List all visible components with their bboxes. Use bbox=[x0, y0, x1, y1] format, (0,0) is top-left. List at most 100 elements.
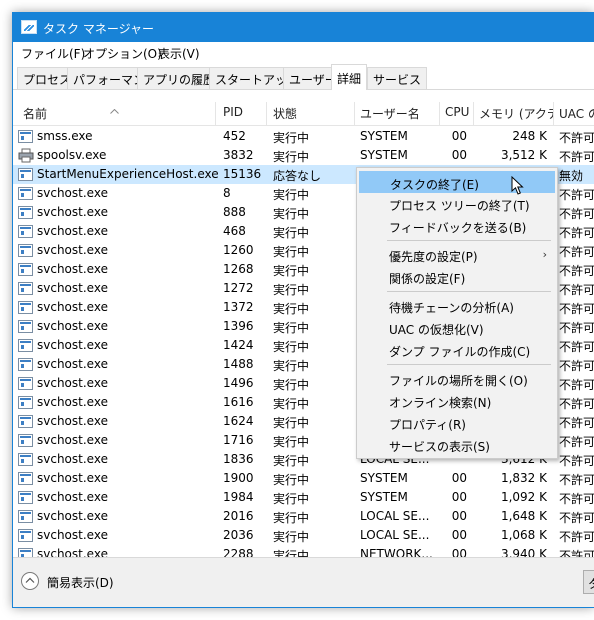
column-name[interactable]: 名前 bbox=[23, 105, 47, 125]
process-pid: 1616 bbox=[223, 395, 254, 409]
process-user-name: NETWORK... bbox=[360, 547, 433, 557]
process-row[interactable]: svchost.exe 2016 実行中 LOCAL SE... 00 1,648 K 不許… bbox=[13, 507, 594, 526]
process-pid: 2288 bbox=[223, 547, 254, 557]
context-menu-item[interactable]: プロパティ(R) bbox=[359, 412, 555, 434]
process-row[interactable]: svchost.exe 1984 実行中 SYSTEM 00 1,092 K 不許可 bbox=[13, 488, 594, 507]
context-menu-item[interactable]: ファイルの場所を開く(O) bbox=[359, 368, 555, 390]
process-icon bbox=[18, 377, 33, 390]
context-menu-item-label: フィードバックを送る(B) bbox=[389, 221, 527, 235]
context-menu-item[interactable]: オンライン検索(N) bbox=[359, 390, 555, 412]
menu-view[interactable]: 表示(V) bbox=[158, 45, 200, 62]
context-menu-item[interactable]: タスクの終了(E) bbox=[359, 171, 555, 193]
process-cpu: 00 bbox=[451, 490, 467, 504]
context-menu-item[interactable]: 関係の設定(F) bbox=[359, 266, 555, 288]
context-menu-item[interactable]: プロセス ツリーの終了(T) bbox=[359, 193, 555, 215]
process-row[interactable]: spoolsv.exe 3832 実行中 SYSTEM 00 3,512 K 不許可 bbox=[13, 146, 594, 165]
window-title: タスク マネージャー bbox=[43, 22, 154, 36]
menu-separator bbox=[387, 364, 551, 365]
process-status: 実行中 bbox=[273, 416, 310, 430]
context-menu-item-label: サービスの表示(S) bbox=[389, 440, 490, 454]
process-uac-virtualization: 不許可 bbox=[559, 321, 594, 335]
column-divider[interactable] bbox=[473, 102, 474, 126]
task-manager-app-icon bbox=[21, 20, 37, 34]
process-status: 実行中 bbox=[273, 492, 310, 506]
process-user-name: SYSTEM bbox=[360, 129, 408, 143]
process-name: svchost.exe bbox=[37, 243, 108, 257]
process-user-name: LOCAL SE... bbox=[360, 509, 430, 523]
context-menu-item[interactable]: フィードバックを送る(B) bbox=[359, 215, 555, 237]
process-name: svchost.exe bbox=[37, 300, 108, 314]
process-uac-virtualization: 不許可 bbox=[559, 435, 594, 449]
column-divider[interactable] bbox=[439, 102, 440, 126]
process-pid: 1268 bbox=[223, 262, 254, 276]
column-divider[interactable] bbox=[215, 102, 216, 126]
process-pid: 2016 bbox=[223, 509, 254, 523]
process-name: svchost.exe bbox=[37, 528, 108, 542]
process-status: 実行中 bbox=[273, 226, 310, 240]
process-uac-virtualization: 不許可 bbox=[559, 131, 594, 145]
process-name: svchost.exe bbox=[37, 186, 108, 200]
process-name: svchost.exe bbox=[37, 319, 108, 333]
process-user-name: LOCAL SE... bbox=[360, 528, 430, 542]
fewer-details-label[interactable]: 簡易表示(D) bbox=[47, 574, 114, 591]
tab-details[interactable]: 詳細 bbox=[331, 64, 368, 91]
column-cpu[interactable]: CPU bbox=[445, 105, 469, 125]
process-icon bbox=[18, 225, 33, 238]
column-divider[interactable] bbox=[553, 102, 554, 126]
context-menu-item[interactable]: サービスの表示(S) bbox=[359, 434, 555, 456]
context-menu-item-label: ダンプ ファイルの作成(C) bbox=[389, 345, 531, 359]
column-divider[interactable] bbox=[266, 102, 267, 126]
process-pid: 468 bbox=[223, 224, 246, 238]
context-menu: タスクの終了(E) プロセス ツリーの終了(T) フィードバックを送る(B) 優先度の… bbox=[356, 167, 558, 459]
menu-options[interactable]: オプション(O) bbox=[83, 45, 162, 62]
process-pid: 452 bbox=[223, 129, 246, 143]
process-row[interactable]: smss.exe 452 実行中 SYSTEM 00 248 K 不許可 bbox=[13, 127, 594, 146]
process-name: svchost.exe bbox=[37, 338, 108, 352]
process-icon bbox=[18, 168, 33, 181]
process-row[interactable]: svchost.exe 2036 実行中 LOCAL SE... 00 1,068 K 不許… bbox=[13, 526, 594, 545]
context-menu-item[interactable]: 待機チェーンの分析(A) bbox=[359, 295, 555, 317]
context-menu-item[interactable]: 優先度の設定(P) › bbox=[359, 244, 555, 266]
process-row[interactable]: svchost.exe 2288 実行中 NETWORK... 00 3,940 K 不許可 bbox=[13, 545, 594, 557]
process-uac-virtualization: 不許可 bbox=[559, 150, 594, 164]
process-uac-virtualization: 不許可 bbox=[559, 454, 594, 468]
context-menu-item[interactable]: ダンプ ファイルの作成(C) bbox=[359, 339, 555, 361]
process-user-name: SYSTEM bbox=[360, 471, 408, 485]
chevron-up-icon bbox=[25, 577, 35, 583]
process-cpu: 00 bbox=[451, 528, 467, 542]
menu-file[interactable]: ファイル(F) bbox=[21, 45, 85, 62]
process-pid: 1372 bbox=[223, 300, 254, 314]
process-status: 実行中 bbox=[273, 530, 310, 544]
process-name: svchost.exe bbox=[37, 490, 108, 504]
process-name: svchost.exe bbox=[37, 376, 108, 390]
process-row[interactable]: svchost.exe 1900 実行中 SYSTEM 00 1,832 K 不許可 bbox=[13, 469, 594, 488]
fewer-details-button[interactable] bbox=[21, 572, 39, 590]
title-bar[interactable]: タスク マネージャー bbox=[13, 13, 594, 42]
process-icon bbox=[18, 130, 33, 143]
tab-bar: プロセス パフォーマンス アプリの履歴 スタートアップ ユーザー 詳細 サービス bbox=[13, 64, 594, 91]
menu-bar: ファイル(F) オプション(O) 表示(V) bbox=[13, 42, 594, 64]
process-status: 実行中 bbox=[273, 340, 310, 354]
process-icon bbox=[18, 415, 33, 428]
tab-services[interactable]: サービス bbox=[367, 67, 428, 89]
column-user-name[interactable]: ユーザー名 bbox=[360, 105, 420, 125]
process-icon bbox=[18, 320, 33, 333]
context-menu-item-label: ファイルの場所を開く(O) bbox=[389, 374, 528, 388]
process-memory: 1,832 K bbox=[500, 471, 547, 485]
column-memory[interactable]: メモリ (アクテ... bbox=[479, 105, 553, 125]
process-icon bbox=[18, 491, 33, 504]
end-task-button[interactable]: タ bbox=[583, 570, 594, 594]
process-icon bbox=[18, 187, 33, 200]
column-pid[interactable]: PID bbox=[223, 105, 243, 125]
process-icon bbox=[18, 263, 33, 276]
process-cpu: 00 bbox=[451, 129, 467, 143]
context-menu-item-label: 待機チェーンの分析(A) bbox=[389, 301, 514, 315]
context-menu-item[interactable]: UAC の仮想化(V) bbox=[359, 317, 555, 339]
column-status[interactable]: 状態 bbox=[273, 105, 297, 125]
process-status: 実行中 bbox=[273, 264, 310, 278]
submenu-arrow-icon: › bbox=[542, 248, 547, 261]
column-uac-virtualization[interactable]: UAC の bbox=[559, 105, 594, 125]
process-icon bbox=[18, 206, 33, 219]
process-pid: 1272 bbox=[223, 281, 254, 295]
column-divider[interactable] bbox=[354, 102, 355, 126]
